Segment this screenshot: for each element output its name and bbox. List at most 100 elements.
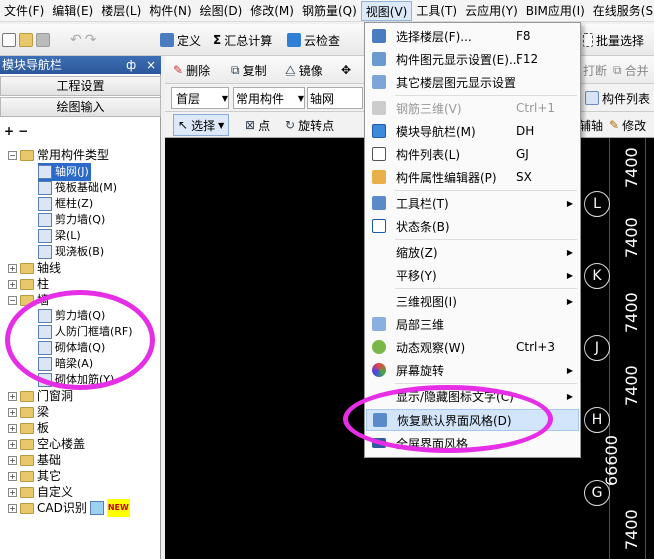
menu-item-screen-rotate[interactable]: 屏幕旋转 ▶	[366, 359, 579, 381]
folder-icon	[20, 422, 34, 434]
menu-item-3d-view[interactable]: 三维视图(I) ▶	[366, 290, 579, 312]
menu-view[interactable]: 视图(V)	[360, 0, 413, 21]
sum-button[interactable]: Σ 汇总计算	[213, 29, 272, 51]
menu-draw[interactable]: 绘图(D)	[196, 1, 247, 21]
modify-button[interactable]: ✎ 修改	[609, 114, 646, 136]
menu-item-zoom[interactable]: 缩放(Z) ▶	[366, 241, 579, 263]
submenu-arrow-icon: ▶	[566, 296, 573, 306]
menu-component[interactable]: 构件(N)	[145, 1, 195, 21]
menu-item-pan[interactable]: 平移(Y) ▶	[366, 264, 579, 286]
axis-label-l: L	[584, 191, 610, 217]
undo-icon[interactable]: ↶	[70, 32, 82, 48]
expand-icon[interactable]: +	[8, 503, 17, 513]
component-list-button[interactable]: 构件列表	[585, 87, 650, 109]
toolbar-icon	[372, 196, 386, 210]
tree-group-common[interactable]: − 常用构件类型	[8, 146, 109, 164]
menu-online[interactable]: 在线服务(S	[589, 1, 654, 21]
menu-cloud[interactable]: 云应用(Y)	[461, 1, 522, 21]
menu-item-module-nav[interactable]: 模块导航栏(M) DH	[366, 120, 579, 142]
check-icon	[287, 33, 301, 47]
menu-tools[interactable]: 工具(T)	[412, 1, 461, 21]
merge-button[interactable]: ⧉ 合并	[613, 59, 649, 81]
dimension-label: 7400	[622, 292, 641, 333]
folder-icon	[20, 486, 34, 498]
batch-select-icon	[583, 33, 593, 47]
redo-icon[interactable]: ↷	[85, 32, 97, 48]
pencil-icon: ✎	[609, 118, 620, 132]
menu-file[interactable]: 文件(F)	[0, 1, 48, 21]
menu-item-toolbar[interactable]: 工具栏(T) ▶	[366, 192, 579, 214]
component-select[interactable]: 轴网	[307, 87, 363, 109]
menu-rebar[interactable]: 钢筋量(Q)	[298, 1, 361, 21]
new-file-icon[interactable]	[2, 33, 16, 47]
type-select[interactable]: 常用构件 ▼	[233, 87, 305, 109]
rotate-icon: ↻	[285, 118, 296, 132]
copy-button[interactable]: ⧉ 复制	[231, 59, 267, 81]
menu-floor[interactable]: 楼层(L)	[97, 1, 145, 21]
expand-icon[interactable]: +	[8, 407, 17, 417]
draw-input-button[interactable]: 绘图输入	[0, 97, 161, 117]
menu-modify[interactable]: 修改(M)	[246, 1, 298, 21]
menu-item-property-editor[interactable]: 构件属性编辑器(P) SX	[366, 166, 579, 188]
menu-item-component-list[interactable]: 构件列表(L) GJ	[366, 143, 579, 165]
cursor-icon: ↖	[178, 118, 189, 132]
expand-icon[interactable]: +	[8, 487, 17, 497]
expand-icon[interactable]: +	[8, 471, 17, 481]
expand-all-icon[interactable]: +	[4, 124, 14, 138]
dropdown-arrow-icon: ▼	[221, 93, 228, 103]
submenu-arrow-icon: ▶	[566, 247, 573, 257]
menu-item-select-floor[interactable]: 选择楼层(F)... F8	[366, 25, 579, 47]
dropdown-arrow-icon: ▼	[297, 93, 304, 103]
menu-item-statusbar[interactable]: 状态条(B)	[366, 215, 579, 237]
define-icon	[160, 33, 174, 47]
cloud-check-button[interactable]: 云检查	[287, 29, 340, 51]
split-button[interactable]: 打断	[583, 59, 607, 81]
menu-edit[interactable]: 编辑(E)	[48, 1, 97, 21]
project-settings-button[interactable]: 工程设置	[0, 76, 161, 96]
collapse-icon[interactable]: −	[8, 150, 17, 160]
raft-icon	[38, 181, 52, 195]
submenu-arrow-icon: ▶	[566, 391, 573, 401]
mirror-button[interactable]: ⧋ 镜像	[285, 59, 323, 81]
expand-icon[interactable]: +	[8, 439, 17, 449]
delete-button[interactable]: ✎ 删除	[173, 59, 210, 81]
annotation-ellipse	[5, 290, 155, 390]
menubar: 文件(F) 编辑(E) 楼层(L) 构件(N) 绘图(D) 修改(M) 钢筋量(…	[0, 0, 654, 22]
menu-item-element-display[interactable]: 构件图元显示设置(E)... F12	[366, 48, 579, 70]
pin-icon[interactable]: ф	[126, 56, 136, 74]
select-button[interactable]: ↖ 选择 ▼	[173, 114, 230, 136]
menu-bim[interactable]: BIM应用(I)	[522, 1, 589, 21]
collapse-all-icon[interactable]: −	[18, 124, 28, 138]
expand-icon[interactable]: +	[8, 455, 17, 465]
expand-icon[interactable]: +	[8, 423, 17, 433]
sigma-icon: Σ	[213, 33, 222, 47]
open-folder-icon[interactable]	[19, 33, 33, 47]
rotate-point-button[interactable]: ↻ 旋转点	[285, 114, 334, 136]
close-icon[interactable]: ×	[146, 56, 156, 74]
expand-icon[interactable]: +	[8, 263, 17, 273]
move-button[interactable]: ✥	[341, 59, 351, 81]
tree-group-cad[interactable]: + CAD识别 NEW	[8, 499, 130, 517]
floor-select[interactable]: 首层 ▼	[171, 87, 229, 109]
display-settings-icon	[372, 52, 386, 66]
batch-select-button[interactable]: 批量选择	[583, 29, 644, 51]
folder-icon	[20, 149, 34, 161]
expand-icon[interactable]: +	[8, 279, 17, 289]
copy-icon: ⧉	[231, 62, 240, 77]
offset-axis-button[interactable]: 辅轴	[579, 114, 603, 136]
define-button[interactable]: 定义	[160, 29, 201, 51]
folder-icon	[20, 438, 34, 450]
save-icon[interactable]	[36, 33, 50, 47]
orbit-icon	[372, 340, 386, 354]
point-button[interactable]: ⊠ 点	[245, 114, 270, 136]
menu-item-other-floor-display[interactable]: 其它楼层图元显示设置	[366, 71, 579, 93]
collapse-icon[interactable]: −	[8, 295, 17, 305]
menu-item-local-3d[interactable]: 局部三维	[366, 313, 579, 335]
dimension-label-total: 66600	[602, 435, 621, 486]
axis-label-h: H	[584, 407, 610, 433]
menu-item-dynamic-orbit[interactable]: 动态观察(W) Ctrl+3	[366, 336, 579, 358]
expand-icon[interactable]: +	[8, 391, 17, 401]
local-3d-icon	[372, 317, 386, 331]
axis-grid-icon	[38, 165, 52, 179]
shear-wall-icon	[38, 213, 52, 227]
